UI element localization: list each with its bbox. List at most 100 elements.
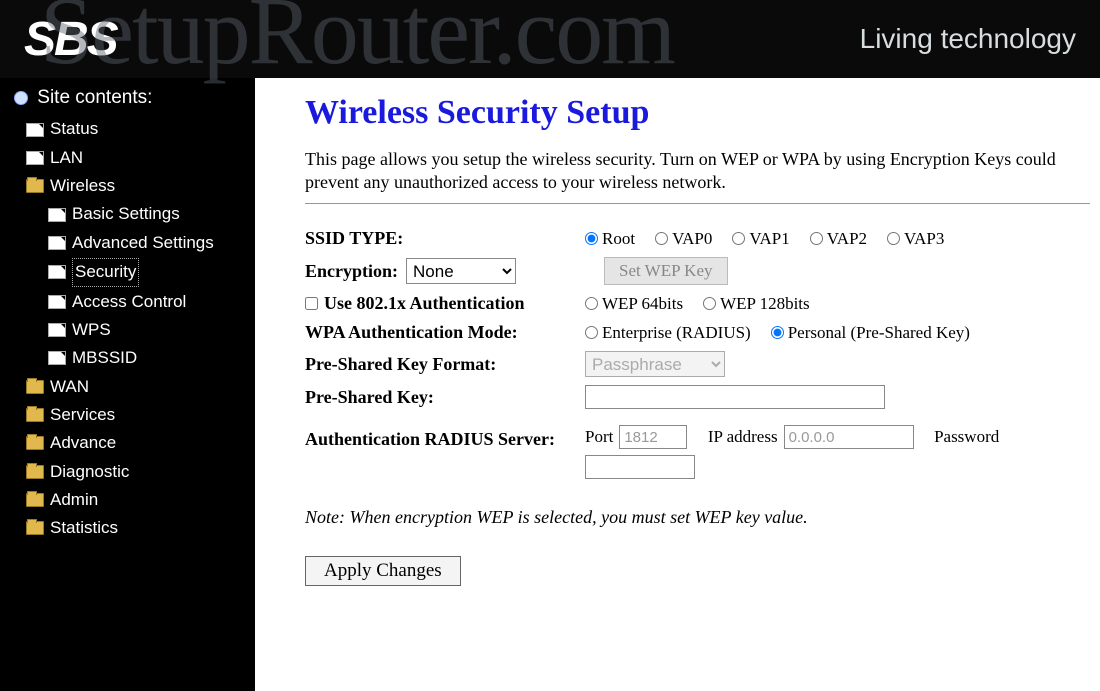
header-bar: SBS Living technology xyxy=(0,0,1100,78)
wpa-personal-option[interactable]: Personal (Pre-Shared Key) xyxy=(771,323,970,343)
nav-label: Diagnostic xyxy=(50,459,129,485)
nav-label: Access Control xyxy=(72,289,186,315)
radius-port-input[interactable] xyxy=(619,425,687,449)
ssid-vap2-radio[interactable] xyxy=(810,232,823,245)
nav-label: MBSSID xyxy=(72,345,137,371)
ssid-vap1-radio[interactable] xyxy=(732,232,745,245)
password-label: Password xyxy=(934,427,999,447)
radio-label: Root xyxy=(602,229,635,249)
nav-label: WAN xyxy=(50,374,89,400)
ssid-vap0-option[interactable]: VAP0 xyxy=(655,229,712,249)
file-icon xyxy=(26,151,44,165)
nav-label: Advanced Settings xyxy=(72,230,214,256)
radio-label: VAP2 xyxy=(827,229,867,249)
radius-ip-input[interactable] xyxy=(784,425,914,449)
nav-lan[interactable]: LAN xyxy=(0,144,255,172)
ssid-vap2-option[interactable]: VAP2 xyxy=(810,229,867,249)
nav-label: Statistics xyxy=(50,515,118,541)
wpa-personal-radio[interactable] xyxy=(771,326,784,339)
nav-diagnostic[interactable]: Diagnostic xyxy=(0,458,255,486)
wpa-mode-label: WPA Authentication Mode: xyxy=(305,322,585,343)
nav-label: Wireless xyxy=(50,173,115,199)
psk-label: Pre-Shared Key: xyxy=(305,387,585,408)
encryption-label: Encryption: xyxy=(305,261,398,282)
wpa-enterprise-option[interactable]: Enterprise (RADIUS) xyxy=(585,323,751,343)
page-title: Wireless Security Setup xyxy=(305,94,1090,132)
nav-label: Security xyxy=(72,258,139,286)
folder-icon xyxy=(26,380,44,394)
nav-access-control[interactable]: Access Control xyxy=(0,288,255,316)
ssid-root-radio[interactable] xyxy=(585,232,598,245)
nav-label: WPS xyxy=(72,317,111,343)
radio-label: WEP 128bits xyxy=(720,294,810,314)
nav-services[interactable]: Services xyxy=(0,401,255,429)
nav-basic-settings[interactable]: Basic Settings xyxy=(0,200,255,228)
radio-label: VAP0 xyxy=(672,229,712,249)
ssid-type-label: SSID TYPE: xyxy=(305,228,585,249)
ssid-vap1-option[interactable]: VAP1 xyxy=(732,229,789,249)
sidebar: Site contents: Status LAN Wireless Basic… xyxy=(0,78,255,691)
nav-label: LAN xyxy=(50,145,83,171)
wep64-option[interactable]: WEP 64bits xyxy=(585,294,683,314)
set-wep-key-button[interactable]: Set WEP Key xyxy=(604,257,728,285)
ssid-root-option[interactable]: Root xyxy=(585,229,635,249)
nav-label: Advance xyxy=(50,430,116,456)
ssid-vap3-option[interactable]: VAP3 xyxy=(887,229,944,249)
radius-password-input[interactable] xyxy=(585,455,695,479)
nav-status[interactable]: Status xyxy=(0,115,255,143)
folder-icon xyxy=(26,465,44,479)
file-icon xyxy=(26,123,44,137)
folder-icon xyxy=(26,521,44,535)
note-text: Note: When encryption WEP is selected, y… xyxy=(305,507,1090,528)
psk-format-select[interactable]: Passphrase xyxy=(585,351,725,377)
port-label: Port xyxy=(585,427,613,447)
nav-statistics[interactable]: Statistics xyxy=(0,514,255,542)
nav-label: Basic Settings xyxy=(72,201,180,227)
sidebar-title: Site contents: xyxy=(0,82,255,115)
wep128-radio[interactable] xyxy=(703,297,716,310)
psk-format-label: Pre-Shared Key Format: xyxy=(305,354,585,375)
ssid-vap3-radio[interactable] xyxy=(887,232,900,245)
page-description: This page allows you setup the wireless … xyxy=(305,148,1090,204)
nav-label: Status xyxy=(50,116,98,142)
radius-label: Authentication RADIUS Server: xyxy=(305,425,585,450)
file-icon xyxy=(48,265,66,279)
wpa-enterprise-radio[interactable] xyxy=(585,326,598,339)
nav-advance[interactable]: Advance xyxy=(0,429,255,457)
encryption-select[interactable]: None xyxy=(406,258,516,284)
sidebar-title-text: Site contents: xyxy=(37,87,152,108)
nav-admin[interactable]: Admin xyxy=(0,486,255,514)
nav-advanced-settings[interactable]: Advanced Settings xyxy=(0,229,255,257)
apply-changes-button[interactable]: Apply Changes xyxy=(305,556,461,586)
use-8021x-checkbox[interactable] xyxy=(305,297,318,310)
ssid-vap0-radio[interactable] xyxy=(655,232,668,245)
folder-icon xyxy=(26,493,44,507)
file-icon xyxy=(48,351,66,365)
radio-label: Enterprise (RADIUS) xyxy=(602,323,751,343)
main-content: Wireless Security Setup This page allows… xyxy=(255,78,1100,691)
folder-icon xyxy=(26,408,44,422)
folder-open-icon xyxy=(26,179,44,193)
nav-wan[interactable]: WAN xyxy=(0,373,255,401)
nav-wireless[interactable]: Wireless xyxy=(0,172,255,200)
nav-mbssid[interactable]: MBSSID xyxy=(0,344,255,372)
wep64-radio[interactable] xyxy=(585,297,598,310)
nav-label: Services xyxy=(50,402,115,428)
radio-label: WEP 64bits xyxy=(602,294,683,314)
wep128-option[interactable]: WEP 128bits xyxy=(703,294,810,314)
nav-tree: Status LAN Wireless Basic Settings Advan… xyxy=(0,115,255,542)
tagline-text: Living technology xyxy=(860,23,1076,55)
nav-wps[interactable]: WPS xyxy=(0,316,255,344)
nav-label: Admin xyxy=(50,487,98,513)
file-icon xyxy=(48,208,66,222)
file-icon xyxy=(48,323,66,337)
ip-label: IP address xyxy=(708,427,778,447)
globe-icon xyxy=(14,91,28,105)
file-icon xyxy=(48,295,66,309)
radio-label: VAP1 xyxy=(749,229,789,249)
psk-input[interactable] xyxy=(585,385,885,409)
nav-security[interactable]: Security xyxy=(0,257,255,287)
radio-label: VAP3 xyxy=(904,229,944,249)
logo-text: SBS xyxy=(24,12,117,67)
use-8021x-label: Use 802.1x Authentication xyxy=(324,293,525,314)
